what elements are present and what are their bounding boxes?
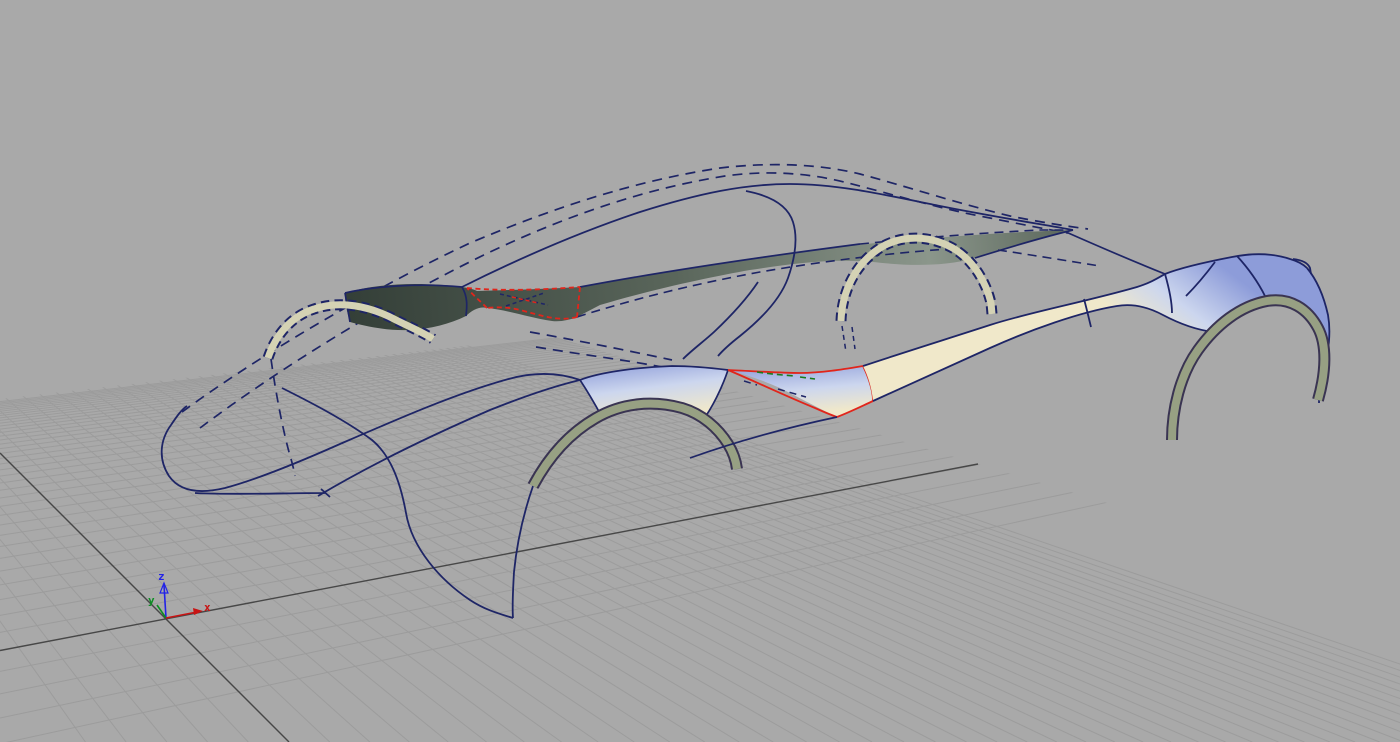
beltline-fender-fill[interactable] bbox=[863, 254, 1330, 403]
grid-line bbox=[0, 336, 331, 742]
grid-line bbox=[0, 336, 168, 742]
hood-line-solid[interactable] bbox=[1065, 231, 1166, 275]
grid-line bbox=[0, 336, 562, 742]
x-axis-line bbox=[165, 611, 198, 619]
dashed-construction-curves[interactable] bbox=[181, 163, 1089, 477]
y-axis-label: y bbox=[148, 594, 155, 607]
grid-line bbox=[0, 409, 1400, 695]
x-axis-arrow-icon bbox=[193, 608, 203, 615]
dark-surface-fill[interactable] bbox=[345, 230, 1073, 331]
z-axis-label: z bbox=[158, 570, 165, 583]
cad-viewport[interactable]: z y x bbox=[0, 0, 1400, 742]
cplane-y-axis-line bbox=[0, 452, 290, 742]
front-far-arch-leg-dash-1[interactable] bbox=[841, 325, 847, 353]
x-axis-label: x bbox=[204, 601, 211, 614]
z-axis-line bbox=[163, 584, 167, 619]
hood-line-dashed[interactable] bbox=[997, 249, 1101, 267]
upper-dark-surface[interactable] bbox=[344, 229, 1074, 331]
rear-near-arch-band[interactable] bbox=[529, 399, 741, 488]
viewport-canvas[interactable]: z y x bbox=[0, 0, 1400, 742]
rear-near-arch[interactable] bbox=[527, 397, 743, 489]
front-far-arch-leg-dash-2[interactable] bbox=[851, 326, 856, 350]
front-fender-assembly[interactable] bbox=[862, 253, 1331, 441]
grid-line bbox=[232, 336, 1253, 742]
windshield-edge-inner[interactable] bbox=[682, 281, 759, 360]
